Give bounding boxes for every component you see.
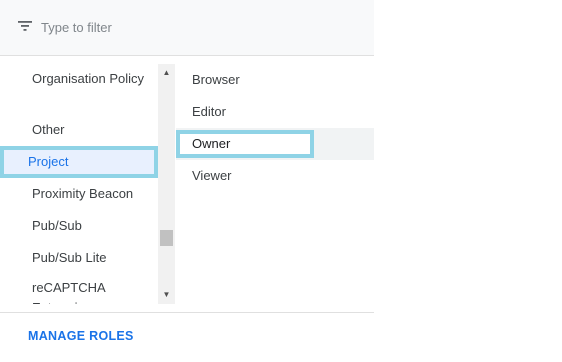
service-item-label: reCAPTCHA Enterprise — [32, 280, 105, 304]
service-item-label: Project — [28, 154, 69, 169]
service-item-organisation-policy[interactable]: Organisation Policy — [0, 69, 158, 89]
role-item-owner[interactable]: Owner — [176, 128, 374, 160]
service-item-recaptcha-enterprise[interactable]: reCAPTCHA Enterprise — [0, 278, 140, 304]
service-list: Organisation Policy Other Project Proxim… — [0, 56, 158, 304]
service-list-scrollbar[interactable]: ▲ ▼ — [158, 64, 175, 304]
scroll-up-arrow-icon[interactable]: ▲ — [158, 66, 175, 80]
role-item-label: Viewer — [192, 168, 232, 183]
filter-bar — [0, 0, 374, 56]
service-item-proximity-beacon[interactable]: Proximity Beacon — [0, 184, 158, 204]
service-item-other[interactable]: Other — [0, 120, 158, 140]
service-item-pubsub-lite[interactable]: Pub/Sub Lite — [0, 248, 158, 268]
scroll-down-arrow-icon[interactable]: ▼ — [158, 288, 175, 302]
service-item-pubsub[interactable]: Pub/Sub — [0, 216, 158, 236]
service-item-label: Pub/Sub Lite — [32, 250, 107, 265]
role-picker-panel: Organisation Policy Other Project Proxim… — [0, 0, 374, 362]
footer-bar: MANAGE ROLES — [0, 312, 374, 362]
service-item-label: Proximity Beacon — [32, 186, 134, 201]
role-item-label: Browser — [192, 72, 240, 87]
role-item-browser[interactable]: Browser — [176, 64, 374, 96]
filter-input[interactable] — [41, 16, 341, 38]
role-item-label: Editor — [192, 104, 226, 119]
service-item-label: Pub/Sub — [32, 218, 82, 233]
service-item-label: Other — [32, 122, 65, 137]
service-item-label: Organisation Policy — [32, 71, 144, 86]
filter-icon — [18, 21, 32, 31]
service-item-project[interactable]: Project — [0, 146, 158, 178]
role-item-viewer[interactable]: Viewer — [176, 160, 374, 192]
role-item-label: Owner — [192, 136, 231, 151]
scrollbar-thumb[interactable] — [160, 230, 173, 246]
manage-roles-link[interactable]: MANAGE ROLES — [28, 329, 134, 343]
role-item-editor[interactable]: Editor — [176, 96, 374, 128]
role-list: Browser Editor Owner Viewer — [176, 64, 374, 304]
